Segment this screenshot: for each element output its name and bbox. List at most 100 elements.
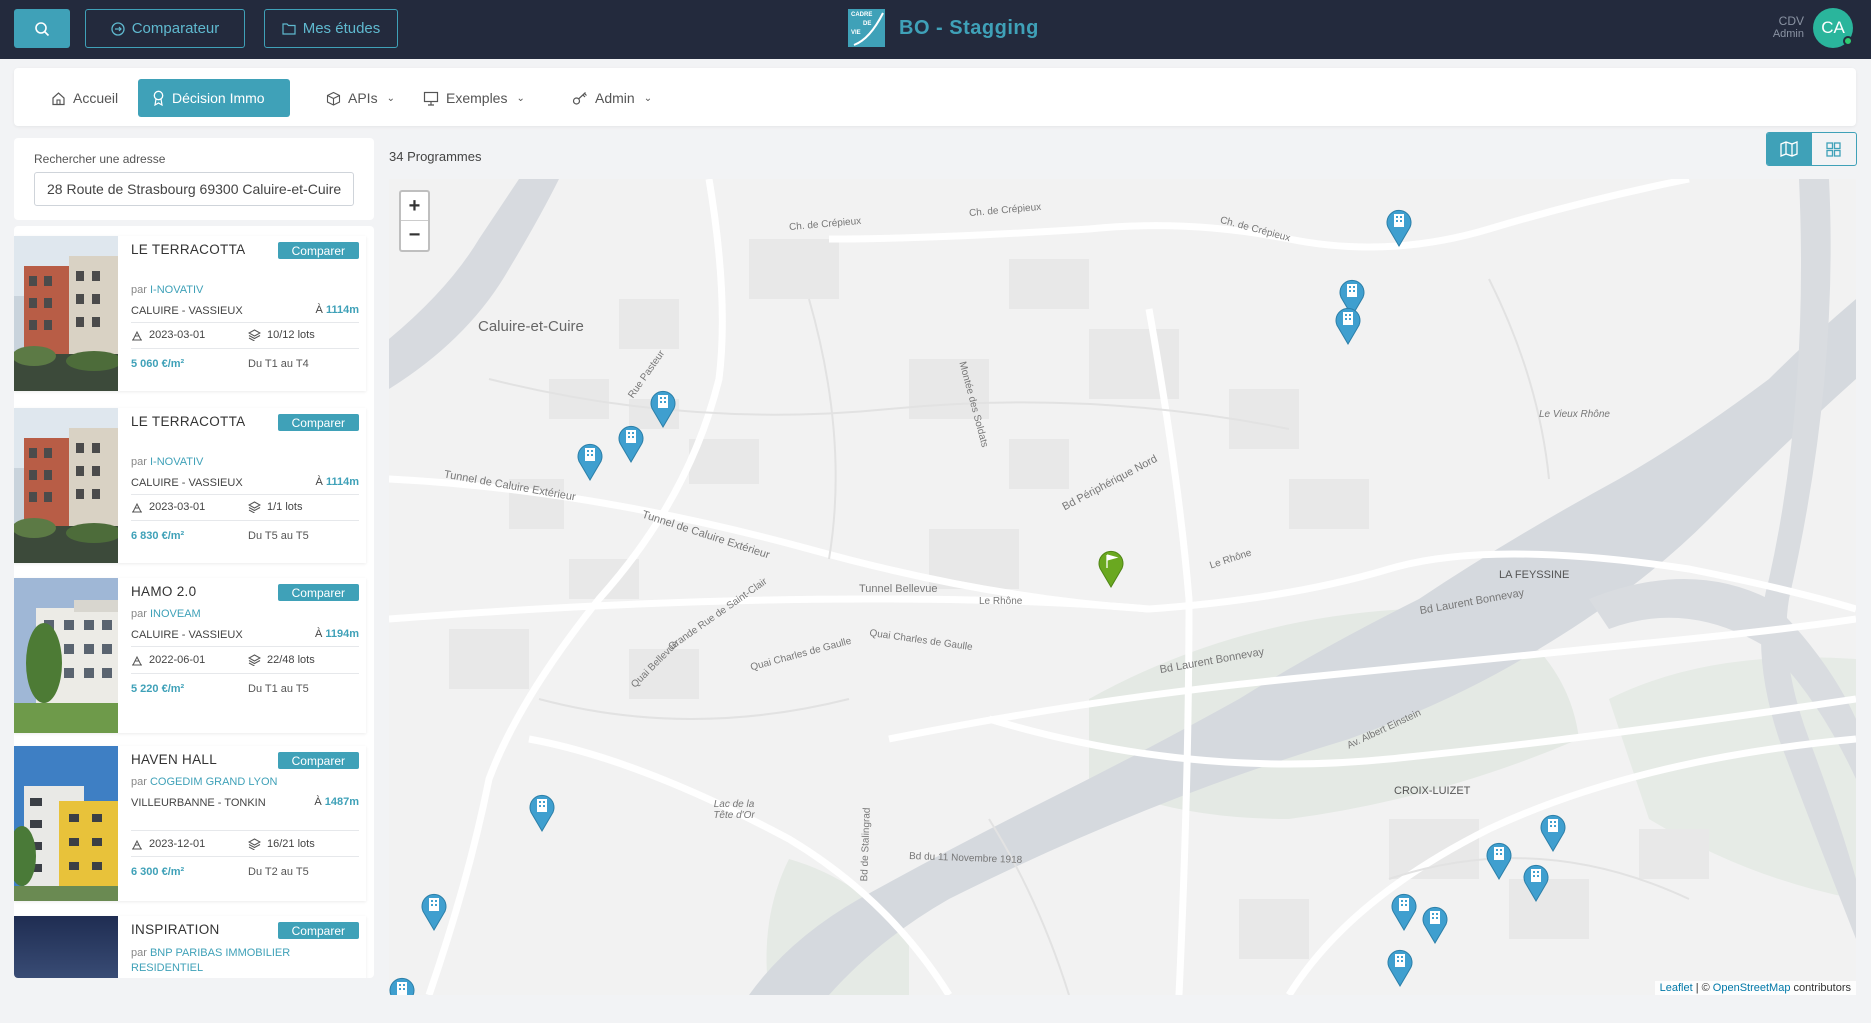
developer-link[interactable]: I-NOVATIV <box>150 456 203 468</box>
building-marker-icon[interactable] <box>648 388 678 428</box>
address-search-panel: Rechercher une adresse <box>14 138 374 220</box>
user-menu[interactable]: CDV Admin CA <box>1773 8 1853 48</box>
program-price: 5 060 €/m² <box>131 358 185 370</box>
program-typology-range: Du T2 au T5 <box>248 866 309 878</box>
search-label: Rechercher une adresse <box>34 152 166 166</box>
program-photo <box>14 236 118 391</box>
nav-home[interactable]: Accueil <box>40 79 129 117</box>
online-status-dot <box>1843 36 1853 46</box>
building-marker-icon[interactable] <box>1484 840 1514 880</box>
program-list[interactable]: LE TERRACOTTA Comparer par I-NOVATIV CAL… <box>14 226 374 978</box>
program-price: 6 300 €/m² <box>131 866 185 878</box>
monitor-icon <box>423 91 439 106</box>
program-lots: 22/48 lots <box>248 654 315 666</box>
results-count: 34 Programmes <box>389 149 482 164</box>
lots-icon <box>248 654 261 666</box>
program-developer: par BNP PARIBAS IMMOBILIER RESIDENTIEL <box>131 947 291 974</box>
program-card[interactable]: LE TERRACOTTA Comparer par I-NOVATIV CAL… <box>14 408 366 563</box>
developer-link[interactable]: BNP PARIBAS IMMOBILIER RESIDENTIEL <box>131 947 290 974</box>
calendar-icon <box>132 330 142 341</box>
program-card[interactable]: INSPIRATION Comparer par BNP PARIBAS IMM… <box>14 916 366 978</box>
building-marker-icon[interactable] <box>1521 862 1551 902</box>
program-developer: par I-NOVATIV <box>131 456 204 468</box>
compare-button[interactable]: Comparer <box>277 922 359 939</box>
program-price: 5 220 €/m² <box>131 683 185 695</box>
flag-marker-icon[interactable] <box>1096 548 1126 588</box>
nav-decision-immo[interactable]: Décision Immo <box>138 79 290 117</box>
chevron-down-icon: ⌄ <box>516 92 525 104</box>
grid-view-button[interactable] <box>1812 133 1857 165</box>
map-label-lac: Lac de la Tête d'Or <box>713 799 755 821</box>
program-distance: À 1487m <box>314 796 359 808</box>
program-lots: 10/12 lots <box>248 329 315 341</box>
program-price: 6 830 €/m² <box>131 530 185 542</box>
map-view-button[interactable] <box>1767 133 1812 165</box>
brand-logo: CADRE DE VIE <box>848 9 885 47</box>
openstreetmap-link[interactable]: OpenStreetMap <box>1713 982 1791 994</box>
avatar[interactable]: CA <box>1813 8 1853 48</box>
building-marker-icon[interactable] <box>616 423 646 463</box>
nav-admin[interactable]: Admin ⌄ <box>561 79 663 117</box>
building-marker-icon[interactable] <box>1333 305 1363 345</box>
map-attribution: Leaflet | © OpenStreetMap contributors <box>1654 981 1856 995</box>
program-typology-range: Du T5 au T5 <box>248 530 309 542</box>
brand: CADRE DE VIE BO - Stagging <box>848 9 1039 47</box>
developer-link[interactable]: I-NOVATIV <box>150 284 203 296</box>
nav-examples[interactable]: Exemples ⌄ <box>412 79 536 117</box>
building-marker-icon[interactable] <box>1385 947 1415 987</box>
compare-button[interactable]: Comparer <box>277 584 359 601</box>
program-developer: par I-NOVATIV <box>131 284 204 296</box>
building-marker-icon[interactable] <box>1538 812 1568 852</box>
program-distance: À 1114m <box>315 304 359 316</box>
zoom-in-button[interactable]: + <box>401 192 428 221</box>
map-view-icon <box>1780 141 1798 157</box>
building-marker-icon[interactable] <box>527 792 557 832</box>
developer-link[interactable]: INOVEAM <box>150 608 201 620</box>
search-button[interactable] <box>14 9 70 48</box>
nav-apis[interactable]: APIs ⌄ <box>315 79 406 117</box>
map-label-croix-luizet: CROIX-LUIZET <box>1394 785 1471 797</box>
award-icon <box>153 90 164 106</box>
building-marker-icon[interactable] <box>389 975 417 995</box>
zoom-control: + − <box>399 190 430 252</box>
map-label-vieux-rhone: Le Vieux Rhône <box>1539 409 1610 420</box>
my-studies-button[interactable]: Mes études <box>264 9 398 48</box>
program-location: CALUIRE - VASSIEUX <box>131 305 243 317</box>
program-photo <box>14 578 118 733</box>
program-date: 2023-03-01 <box>131 329 205 341</box>
compare-button[interactable]: Comparer <box>277 414 359 431</box>
compare-button[interactable]: Comparer <box>277 242 359 259</box>
calendar-icon <box>132 655 142 666</box>
grid-view-icon <box>1826 141 1841 157</box>
building-marker-icon[interactable] <box>1389 891 1419 931</box>
calendar-icon <box>132 839 142 850</box>
program-developer: par INOVEAM <box>131 608 201 620</box>
program-photo <box>14 746 118 901</box>
map[interactable]: Caluire-et-Cuire Bd Périphérique Nord Tu… <box>389 179 1856 995</box>
building-marker-icon[interactable] <box>575 441 605 481</box>
developer-link[interactable]: COGEDIM GRAND LYON <box>150 776 278 788</box>
view-toggle <box>1766 132 1857 166</box>
building-marker-icon[interactable] <box>1384 207 1414 247</box>
building-marker-icon[interactable] <box>419 891 449 931</box>
home-icon <box>52 91 65 105</box>
user-name: CDV <box>1778 14 1804 28</box>
user-role: Admin <box>1772 28 1804 40</box>
calendar-icon <box>132 502 142 513</box>
chevron-down-icon: ⌄ <box>386 92 395 104</box>
address-search-input[interactable] <box>34 172 354 206</box>
compare-button[interactable]: Comparer <box>277 752 359 769</box>
building-marker-icon[interactable] <box>1420 904 1450 944</box>
program-card[interactable]: LE TERRACOTTA Comparer par I-NOVATIV CAL… <box>14 236 366 391</box>
program-photo <box>14 916 118 978</box>
map-label-city: Caluire-et-Cuire <box>478 318 584 335</box>
program-title: LE TERRACOTTA <box>131 242 246 257</box>
program-typology-range: Du T1 au T4 <box>248 358 309 370</box>
zoom-out-button[interactable]: − <box>401 221 428 250</box>
program-card[interactable]: HAVEN HALL Comparer par COGEDIM GRAND LY… <box>14 746 366 901</box>
program-card[interactable]: HAMO 2.0 Comparer par INOVEAM CALUIRE - … <box>14 578 366 733</box>
chevron-down-icon: ⌄ <box>643 92 653 104</box>
program-photo <box>14 408 118 563</box>
leaflet-link[interactable]: Leaflet <box>1660 982 1693 994</box>
comparator-button[interactable]: Comparateur <box>85 9 245 48</box>
